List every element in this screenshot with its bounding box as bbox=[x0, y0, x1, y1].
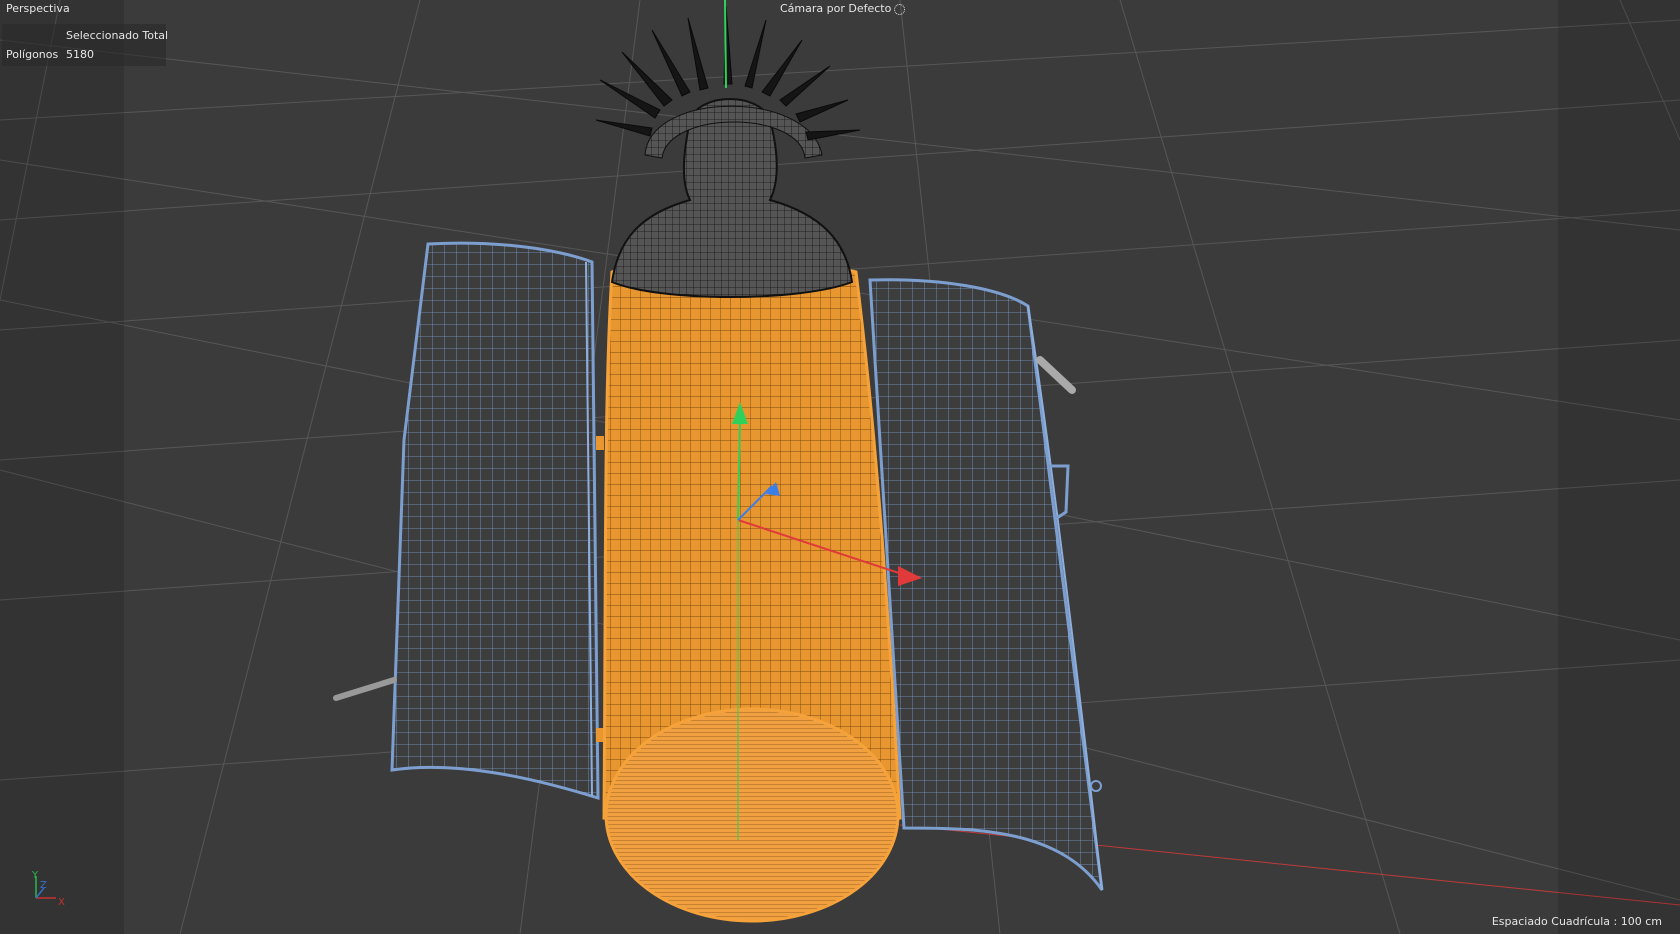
camera-dot-icon[interactable] bbox=[894, 3, 906, 15]
polygons-label: Polígonos bbox=[6, 48, 59, 61]
polygons-value: 5180 bbox=[66, 48, 94, 61]
safe-frame-left bbox=[0, 0, 124, 934]
hud-header: Seleccionado Total bbox=[66, 29, 169, 42]
door-handle-left bbox=[333, 677, 397, 701]
safe-frame-right bbox=[1558, 0, 1680, 934]
camera-label: Cámara por Defecto bbox=[780, 2, 892, 15]
torso-cylinder[interactable] bbox=[602, 263, 902, 923]
hud-info-panel: Seleccionado Total Polígonos 5180 bbox=[2, 24, 169, 66]
camera-menu[interactable]: Cámara por Defecto bbox=[780, 2, 906, 15]
right-door[interactable] bbox=[868, 278, 1104, 891]
view-name-label[interactable]: Perspectiva bbox=[6, 2, 70, 15]
3d-viewport[interactable]: Y Z X Perspectiva Cámara por Defecto Sel… bbox=[0, 0, 1680, 934]
cylinder-base bbox=[604, 707, 900, 923]
hinge-top-left bbox=[596, 436, 604, 450]
grid-spacing-label: Espaciado Cuadrícula : 100 cm bbox=[1491, 915, 1662, 928]
left-door[interactable] bbox=[333, 241, 604, 801]
hinge-bottom-left bbox=[596, 728, 604, 742]
scene-canvas[interactable]: Y Z X bbox=[0, 0, 1680, 934]
